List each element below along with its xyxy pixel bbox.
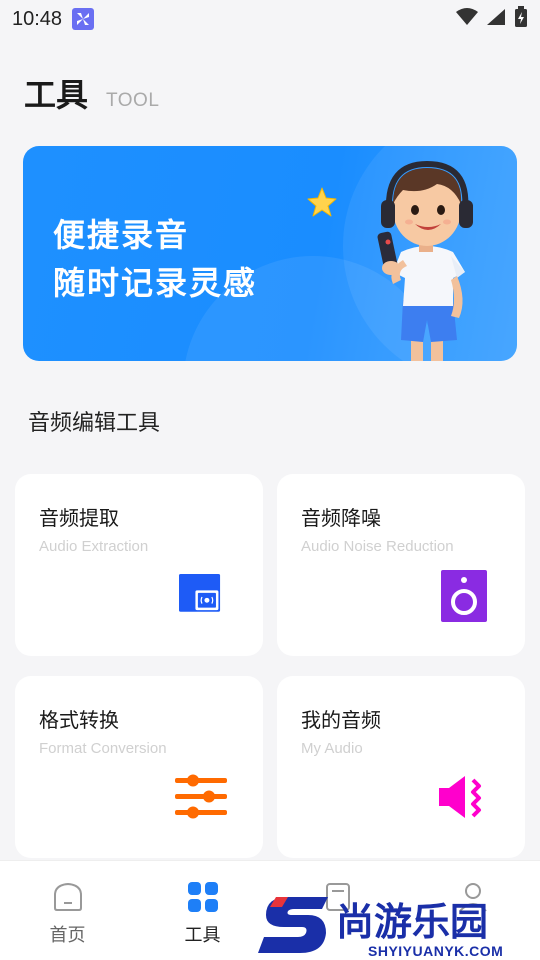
tool-card-subtitle: Format Conversion (39, 740, 167, 757)
tool-card-title: 格式转换 (39, 708, 119, 732)
audio-extraction-icon (179, 574, 221, 612)
site-watermark: 尚游乐园 SHYIYUANYK.COM (258, 893, 540, 960)
tool-card-audio-extraction[interactable]: 音频提取 Audio Extraction (15, 474, 263, 656)
page-header: 工具 TOOL (24, 70, 159, 116)
tool-card-title: 我的音频 (301, 708, 381, 732)
app-notification-icon (72, 8, 95, 30)
page-title: 工具 (24, 76, 89, 114)
battery-icon (514, 6, 528, 32)
promo-banner[interactable]: 便捷录音 随时记录灵感 (23, 146, 517, 361)
home-icon (53, 882, 82, 911)
watermark-brand: 尚游乐园 (336, 900, 488, 944)
nav-label-home: 首页 (49, 925, 86, 946)
nav-item-tools[interactable]: 工具 (135, 861, 270, 960)
tool-card-subtitle: Audio Noise Reduction (301, 538, 454, 555)
nav-item-home[interactable]: 首页 (0, 861, 135, 960)
section-title: 音频编辑工具 (28, 411, 161, 436)
tool-card-format-conversion[interactable]: 格式转换 Format Conversion (15, 676, 263, 858)
nav-label-tools: 工具 (184, 925, 221, 946)
signal-icon (486, 8, 506, 30)
wifi-icon (456, 8, 478, 30)
tool-card-my-audio[interactable]: 我的音频 My Audio (277, 676, 525, 858)
tool-card-noise-reduction[interactable]: 音频降噪 Audio Noise Reduction (277, 474, 525, 656)
banner-tagline: 随时记录灵感 (53, 264, 258, 302)
tool-card-title: 音频提取 (39, 506, 119, 530)
banner-headline: 便捷录音 (53, 216, 190, 254)
tool-card-title: 音频降噪 (301, 506, 381, 530)
sliders-icon (175, 774, 227, 819)
tool-card-subtitle: My Audio (301, 740, 363, 757)
page-subtitle: TOOL (106, 90, 160, 111)
boy-with-headphones-illustration (377, 160, 473, 361)
watermark-url: SHYIYUANYK.COM (368, 943, 503, 959)
volume-icon (439, 776, 481, 818)
status-bar: 10:48 (0, 0, 540, 38)
grid-icon (187, 882, 218, 912)
star-icon (307, 187, 337, 217)
tool-card-subtitle: Audio Extraction (39, 538, 149, 555)
speaker-icon (441, 570, 487, 622)
status-time: 10:48 (12, 7, 63, 30)
